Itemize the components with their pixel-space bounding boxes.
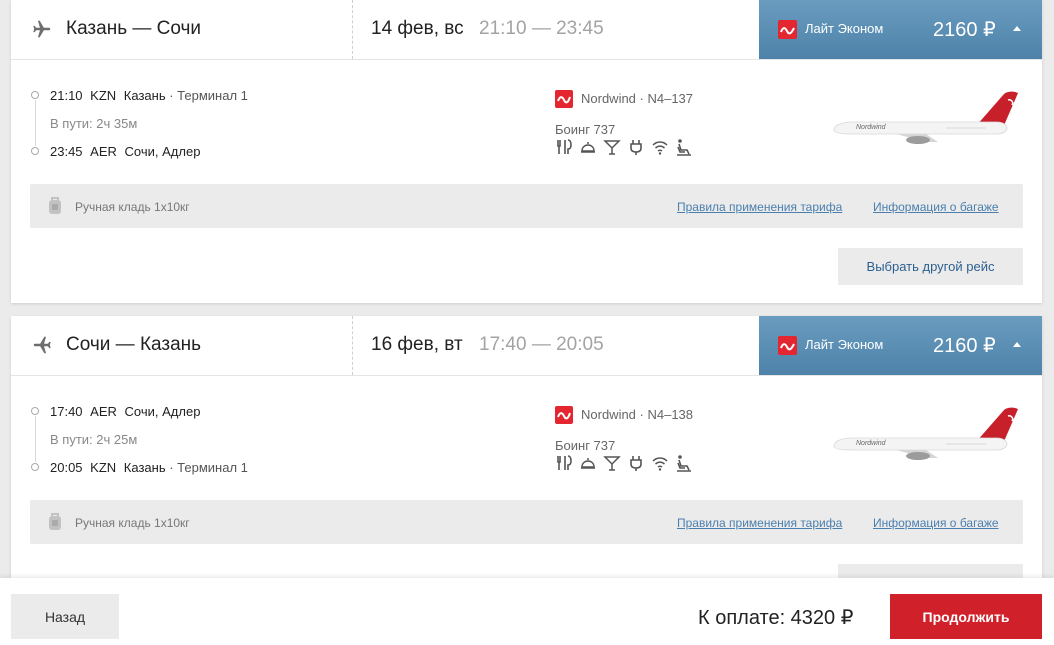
departure-terminal: · Терминал 1: [165, 88, 248, 103]
drinks-icon: [603, 454, 621, 472]
baggage-allowance: Ручная кладь 1х10кг: [75, 516, 190, 530]
aircraft-type: Боинг 737: [555, 438, 616, 453]
departure-dot: [31, 91, 39, 99]
departure-dot: [31, 407, 39, 415]
chevron-up-icon[interactable]: [1013, 26, 1021, 31]
flight-header[interactable]: Казань — Сочи 14 фев, вс 21:10 — 23:45 Л…: [11, 0, 1042, 60]
choose-other-flight-button[interactable]: Выбрать другой рейс: [838, 248, 1023, 285]
arrival-code: KZN: [90, 460, 117, 475]
recline-seat-icon: [675, 138, 693, 156]
arrival-city: Сочи, Адлер: [124, 144, 201, 159]
arrival-code: AER: [90, 144, 117, 159]
plane-icon: [33, 20, 51, 38]
airline-logo-icon: [555, 406, 573, 424]
fare-name: Лайт Эконом: [805, 337, 884, 352]
wifi-icon: [651, 454, 669, 472]
airline-flight-number: Nordwind · N4–138: [581, 407, 694, 422]
departure-city: Сочи, Адлер: [124, 404, 201, 419]
arrival-dot: [31, 463, 39, 471]
aircraft-image: Nordwind: [833, 407, 1018, 460]
arrival-time: 20:05: [50, 460, 83, 475]
divider: [352, 0, 353, 59]
fare-price: 2160 ₽: [933, 19, 996, 41]
departure-code: AER: [90, 404, 117, 419]
route-title: Казань — Сочи: [66, 18, 202, 39]
chevron-up-icon[interactable]: [1013, 342, 1021, 347]
duration: В пути: 2ч 25м: [50, 432, 138, 447]
duration: В пути: 2ч 35м: [50, 116, 138, 131]
svg-text:Nordwind: Nordwind: [856, 440, 887, 447]
fare-price: 2160 ₽: [933, 335, 996, 357]
fare-rules-link[interactable]: Правила применения тарифа: [677, 200, 842, 214]
flight-times: 17:40 — 20:05: [479, 334, 604, 355]
drinks-icon: [603, 138, 621, 156]
baggage-bar: Ручная кладь 1х10кг Правила применения т…: [30, 184, 1023, 228]
power-outlet-icon: [627, 138, 645, 156]
baggage-allowance: Ручная кладь 1х10кг: [75, 200, 190, 214]
arrival-row: 23:45 AER Сочи, Адлер: [50, 144, 200, 159]
power-outlet-icon: [627, 454, 645, 472]
divider: [352, 316, 353, 375]
departure-row: 21:10 KZN Казань · Терминал 1: [50, 88, 248, 103]
meal-icon: [555, 138, 573, 156]
baggage-info-link[interactable]: Информация о багаже: [873, 516, 999, 530]
choose-other-flight-button[interactable]: [838, 564, 1023, 578]
baggage-bar: Ручная кладь 1х10кг Правила применения т…: [30, 500, 1023, 544]
timeline-line: [35, 416, 36, 462]
fare-rules-link[interactable]: Правила применения тарифа: [677, 516, 842, 530]
back-button[interactable]: Назад: [11, 594, 119, 639]
arrival-city: Казань: [123, 460, 166, 475]
arrival-row: 20:05 KZN Казань · Терминал 1: [50, 460, 248, 475]
baggage-info-link[interactable]: Информация о багаже: [873, 200, 999, 214]
nordwind-logo-icon: [778, 20, 797, 39]
flight-header[interactable]: Сочи — Казань 16 фев, вт 17:40 — 20:05 Л…: [11, 316, 1042, 376]
flight-card-return: Сочи — Казань 16 фев, вт 17:40 — 20:05 Л…: [11, 316, 1042, 616]
airline-logo-icon: [555, 90, 573, 108]
wifi-icon: [651, 138, 669, 156]
arrival-dot: [31, 147, 39, 155]
continue-button[interactable]: Продолжить: [890, 594, 1042, 639]
departure-city: Казань: [123, 88, 166, 103]
checkout-footer: Назад К оплате: 4320 ₽ Продолжить: [0, 578, 1054, 645]
flight-date: 16 фев, вт: [371, 334, 463, 355]
airline-flight-number: Nordwind · N4–137: [581, 91, 694, 106]
flight-card-outbound: Казань — Сочи 14 фев, вс 21:10 — 23:45 Л…: [11, 0, 1042, 303]
hot-food-icon: [579, 454, 597, 472]
flight-date: 14 фев, вс: [371, 18, 464, 39]
nordwind-logo-icon: [778, 336, 797, 355]
aircraft-type: Боинг 737: [555, 122, 616, 137]
svg-text:Nordwind: Nordwind: [856, 124, 887, 131]
route-title: Сочи — Казань: [66, 334, 202, 355]
carry-on-bag-icon: [49, 197, 61, 214]
fare-selector[interactable]: Лайт Эконом 2160 ₽: [759, 0, 1042, 59]
fare-selector[interactable]: Лайт Эконом 2160 ₽: [759, 316, 1042, 375]
carry-on-bag-icon: [49, 513, 61, 530]
arrival-time: 23:45: [50, 144, 83, 159]
departure-code: KZN: [90, 88, 117, 103]
total-to-pay: К оплате: 4320 ₽: [698, 607, 854, 629]
departure-time: 17:40: [50, 404, 83, 419]
timeline-line: [35, 100, 36, 146]
hot-food-icon: [579, 138, 597, 156]
plane-icon: [33, 336, 51, 354]
departure-time: 21:10: [50, 88, 83, 103]
departure-row: 17:40 AER Сочи, Адлер: [50, 404, 200, 419]
flight-times: 21:10 — 23:45: [479, 18, 604, 39]
recline-seat-icon: [675, 454, 693, 472]
meal-icon: [555, 454, 573, 472]
aircraft-image: Nordwind: [833, 91, 1018, 144]
fare-name: Лайт Эконом: [805, 21, 884, 36]
arrival-terminal: · Терминал 1: [165, 460, 248, 475]
